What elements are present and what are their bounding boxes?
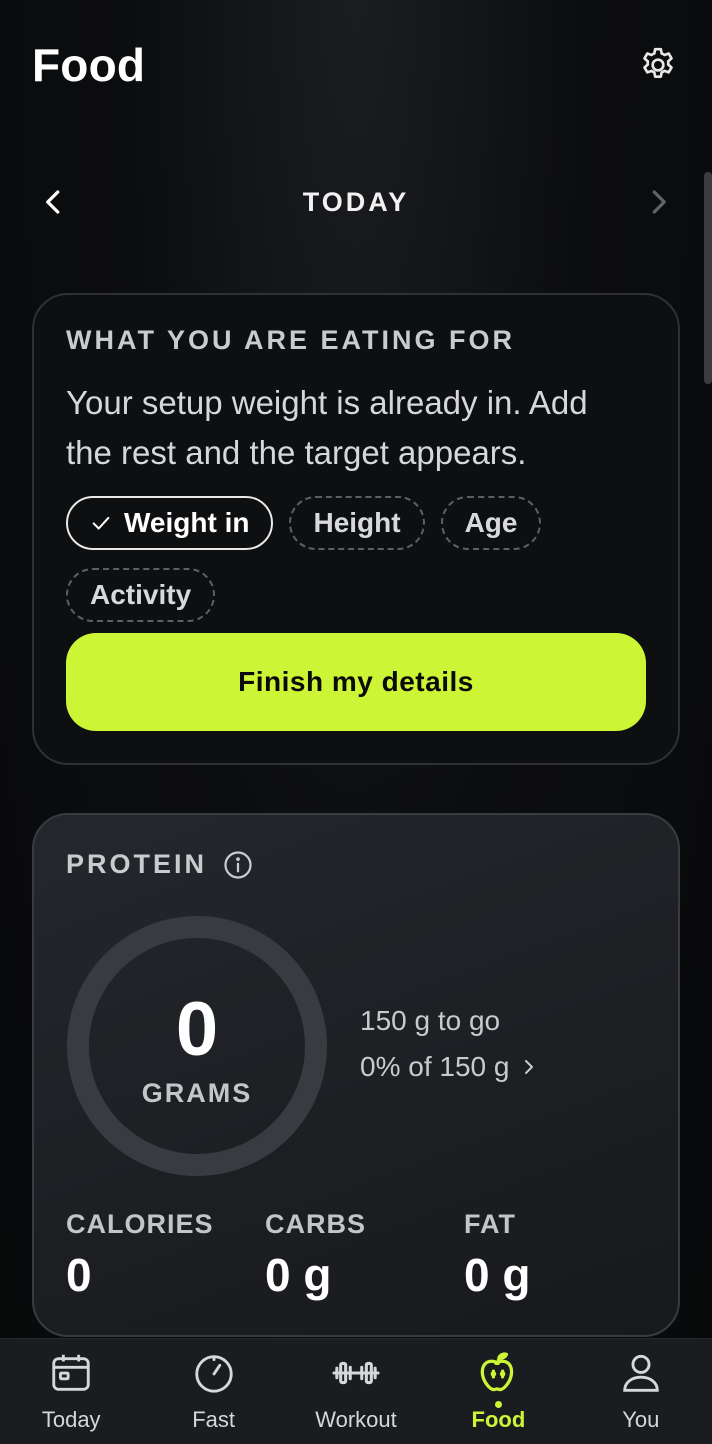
- macro-label: FAT: [464, 1209, 516, 1239]
- scrollbar[interactable]: [704, 172, 712, 384]
- macro-value: 0: [66, 1249, 92, 1301]
- active-tab-indicator: [494, 1401, 502, 1408]
- tab-fast[interactable]: Fast: [142, 1339, 284, 1444]
- setup-description: Your setup weight is already in. Add the…: [66, 384, 588, 471]
- macro-carbs: CARBS 0 g: [265, 1209, 366, 1302]
- chip-label: Height: [313, 507, 401, 538]
- tab-label: Food: [471, 1407, 526, 1432]
- date-label: TODAY: [302, 186, 410, 217]
- chevron-right-icon: [521, 1057, 537, 1077]
- protein-to-go: 150 g to go: [360, 1005, 501, 1036]
- tab-label: Today: [41, 1407, 101, 1432]
- tab-label: Fast: [192, 1407, 235, 1432]
- person-icon: [615, 1347, 667, 1399]
- macro-label: CARBS: [265, 1209, 367, 1239]
- dumbbell-icon: [330, 1347, 382, 1399]
- chevron-right-icon[interactable]: [636, 180, 680, 224]
- tab-today[interactable]: Today: [0, 1339, 142, 1444]
- calendar-icon: [45, 1347, 97, 1399]
- protein-card: PROTEIN 0 GRAMS 150 g to go 0% of 150 g: [32, 813, 680, 1337]
- header: Food: [32, 30, 680, 100]
- macro-value: 0 g: [265, 1249, 332, 1301]
- detail-chips: Weight in Height Age Activity: [66, 496, 656, 622]
- chip-label: Activity: [90, 579, 192, 610]
- page-title: Food: [32, 39, 146, 91]
- protein-percent-text: 0% of 150 g: [360, 1051, 510, 1082]
- tab-you[interactable]: You: [570, 1339, 712, 1444]
- chip-weight[interactable]: Weight in: [66, 496, 274, 550]
- tab-workout[interactable]: Workout: [285, 1339, 427, 1444]
- gear-icon[interactable]: [636, 43, 680, 87]
- protein-header: PROTEIN: [66, 849, 646, 880]
- bottom-tab-bar: Today Fast Workout Food You: [0, 1338, 712, 1444]
- setup-card-title: WHAT YOU ARE EATING FOR: [66, 325, 515, 355]
- apple-icon: [472, 1347, 524, 1399]
- chip-label: Age: [464, 507, 518, 538]
- macro-value: 0 g: [464, 1249, 531, 1301]
- protein-grams-unit: GRAMS: [141, 1077, 253, 1108]
- food-screen: Food TODAY WHAT YOU ARE EATING FOR Your …: [0, 0, 712, 1444]
- tab-label: You: [622, 1407, 660, 1432]
- date-navigator: TODAY: [32, 172, 680, 232]
- macro-calories: CALORIES 0: [66, 1209, 214, 1302]
- protein-title: PROTEIN: [66, 849, 208, 879]
- finish-details-button[interactable]: Finish my details: [66, 633, 646, 731]
- chip-age[interactable]: Age: [440, 496, 542, 550]
- tab-label: Workout: [315, 1407, 397, 1432]
- tab-food[interactable]: Food: [427, 1339, 569, 1444]
- macro-label: CALORIES: [66, 1209, 214, 1239]
- ring-center: 0 GRAMS: [66, 915, 328, 1177]
- setup-card: WHAT YOU ARE EATING FOR Your setup weigh…: [32, 293, 680, 765]
- protein-percent-link[interactable]: 0% of 150 g: [360, 1051, 537, 1083]
- chevron-left-icon[interactable]: [32, 180, 76, 224]
- check-icon: [90, 512, 112, 534]
- macro-stats: CALORIES 0 CARBS 0 g FAT 0 g: [66, 1209, 650, 1309]
- info-icon[interactable]: [223, 850, 253, 880]
- chip-height[interactable]: Height: [289, 496, 425, 550]
- macro-fat: FAT 0 g: [464, 1209, 530, 1302]
- timer-icon: [188, 1347, 240, 1399]
- chip-activity[interactable]: Activity: [66, 568, 216, 622]
- chip-label: Weight in: [124, 507, 250, 538]
- protein-progress-ring: 0 GRAMS: [66, 915, 328, 1177]
- protein-grams-value: 0: [175, 986, 219, 1072]
